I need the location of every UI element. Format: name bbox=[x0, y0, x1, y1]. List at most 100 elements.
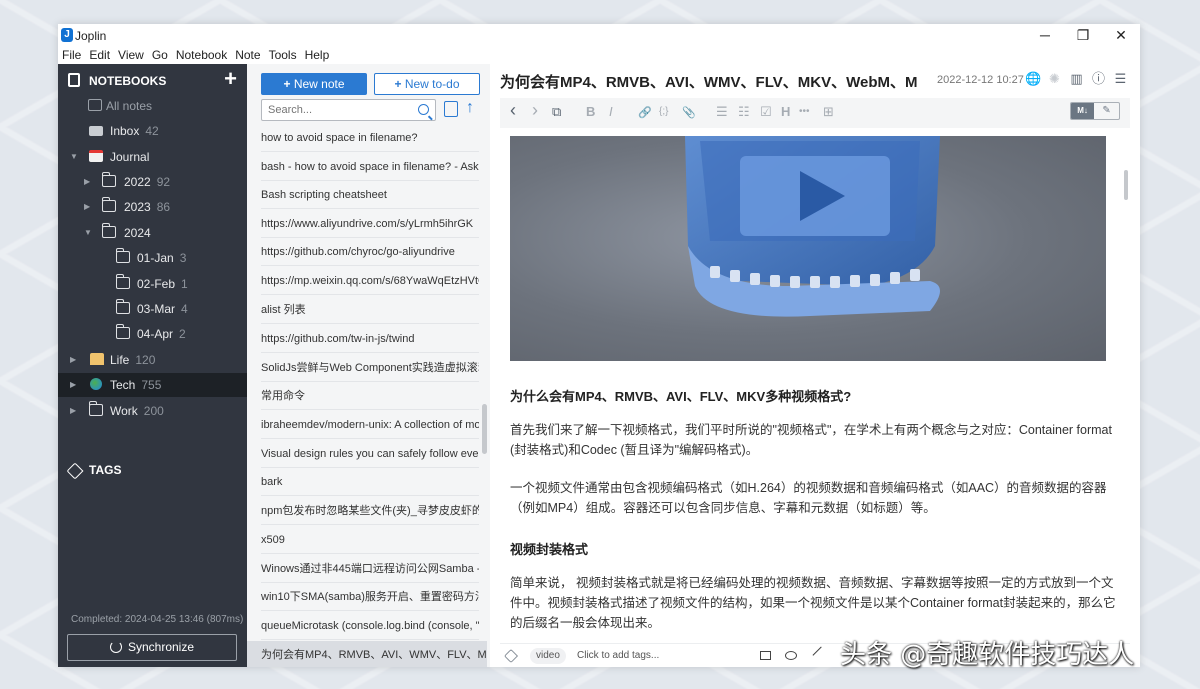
sidebar-item-03-mar[interactable]: 03-Mar 4 bbox=[58, 297, 247, 321]
layout-toggle-icon[interactable]: ▥ bbox=[1069, 71, 1084, 86]
synchronize-button[interactable]: Synchronize bbox=[67, 634, 237, 661]
numbered-list-icon[interactable]: ☷ bbox=[738, 104, 750, 120]
list-item[interactable]: ibraheemdev/modern-unix: A collection of… bbox=[261, 411, 479, 439]
note-date: 2022-12-12 10:27 bbox=[937, 74, 1024, 86]
folder-icon bbox=[116, 248, 130, 263]
new-todo-label: New to-do bbox=[404, 77, 460, 91]
editor-mode-toggle[interactable]: M↓ ✎ bbox=[1070, 102, 1120, 120]
insert-time-icon[interactable]: ⊞ bbox=[823, 104, 834, 120]
minimize-button[interactable]: ─ bbox=[1026, 24, 1064, 46]
menu-edit[interactable]: Edit bbox=[89, 46, 110, 64]
sidebar-item-tech[interactable]: ▶ Tech 755 bbox=[58, 373, 247, 397]
ellipse-icon[interactable] bbox=[785, 651, 797, 660]
sidebar-item-2023[interactable]: ▶ 2023 86 bbox=[58, 195, 247, 219]
list-item[interactable]: https://github.com/chyroc/go-aliyundrive bbox=[261, 238, 479, 266]
folder-jan-label: 01-Jan bbox=[137, 251, 174, 265]
sidebar-item-2024[interactable]: ▼ 2024 bbox=[58, 221, 247, 245]
expand-arrow-right-icon[interactable]: ▶ bbox=[84, 195, 90, 219]
add-notebook-button[interactable]: + bbox=[224, 67, 237, 91]
expand-arrow-right-icon[interactable]: ▶ bbox=[70, 348, 76, 372]
synchronize-label: Synchronize bbox=[127, 640, 195, 654]
search-input[interactable] bbox=[262, 100, 402, 120]
folder-feb-count: 1 bbox=[181, 277, 188, 291]
sidebar-item-01-jan[interactable]: 01-Jan 3 bbox=[58, 246, 247, 270]
italic-icon[interactable]: I bbox=[609, 104, 613, 119]
list-item[interactable]: Winows通过非445端口远程访问公网Samba - 幻尼 bbox=[261, 555, 479, 583]
menu-notebook[interactable]: Notebook bbox=[176, 46, 227, 64]
sidebar-item-inbox[interactable]: Inbox 42 bbox=[58, 119, 247, 143]
sidebar-item-04-apr[interactable]: 04-Apr 2 bbox=[58, 322, 247, 346]
menu-view[interactable]: View bbox=[118, 46, 144, 64]
restore-button[interactable]: ❐ bbox=[1064, 24, 1102, 46]
list-item[interactable]: Bash scripting cheatsheet bbox=[261, 181, 479, 209]
content-heading-2: 视频封装格式 bbox=[510, 542, 589, 557]
list-item[interactable]: win10下SMA(samba)服务开启、重置密码方法_ts bbox=[261, 583, 479, 611]
rich-text-mode-icon[interactable]: ✎ bbox=[1094, 103, 1119, 119]
bold-icon[interactable]: B bbox=[586, 104, 595, 119]
sidebar-item-life[interactable]: ▶ Life 120 bbox=[58, 348, 247, 372]
forward-icon[interactable]: › bbox=[532, 100, 538, 121]
menu-note[interactable]: Note bbox=[235, 46, 260, 64]
list-item[interactable]: SolidJs尝鲜与Web Component实践造虚拟滚动的 bbox=[261, 354, 479, 382]
sidebar-item-work[interactable]: ▶ Work 200 bbox=[58, 399, 247, 423]
horizontal-rule-icon[interactable]: ••• bbox=[799, 106, 810, 117]
sort-direction-button[interactable]: ↑ bbox=[463, 98, 477, 118]
pen-icon[interactable] bbox=[812, 646, 830, 664]
list-item[interactable]: npm包发布时忽略某些文件(夹)_寻梦皮皮虾的博客 bbox=[261, 497, 479, 525]
link-icon[interactable]: 🔗 bbox=[638, 106, 652, 119]
tags-header[interactable]: TAGS bbox=[58, 459, 247, 483]
close-button[interactable]: ✕ bbox=[1102, 24, 1140, 46]
add-tags-link[interactable]: Click to add tags... bbox=[577, 650, 659, 661]
sidebar-item-02-feb[interactable]: 02-Feb 1 bbox=[58, 272, 247, 296]
rectangle-icon[interactable] bbox=[760, 651, 771, 660]
folder-apr-label: 04-Apr bbox=[137, 327, 174, 341]
alarm-icon[interactable]: ✺ bbox=[1047, 71, 1062, 86]
toc-icon[interactable]: ☰ bbox=[1113, 71, 1128, 86]
menu-file[interactable]: File bbox=[62, 46, 81, 64]
list-item[interactable]: 常用命令 bbox=[261, 382, 479, 410]
info-icon[interactable]: ⓘ bbox=[1091, 71, 1106, 86]
list-item[interactable]: https://www.aliyundrive.com/s/yLrmh5ihrG… bbox=[261, 210, 479, 238]
sidebar-item-all-notes[interactable]: All notes bbox=[58, 94, 247, 118]
search-box bbox=[261, 99, 436, 121]
bottom-shape-icons bbox=[760, 646, 830, 664]
list-item[interactable]: bark bbox=[261, 468, 479, 496]
expand-arrow-right-icon[interactable]: ▶ bbox=[70, 399, 76, 423]
list-item[interactable]: bash - how to avoid space in filename? -… bbox=[261, 153, 479, 181]
list-item[interactable]: alist 列表 bbox=[261, 296, 479, 324]
note-list-scrollbar[interactable] bbox=[482, 404, 487, 454]
list-item[interactable]: queueMicrotask (console.log.bind (consol… bbox=[261, 612, 479, 640]
expand-arrow-right-icon[interactable]: ▶ bbox=[70, 373, 76, 397]
checklist-icon[interactable]: ☑ bbox=[760, 104, 772, 120]
expand-arrow-down-icon[interactable]: ▼ bbox=[84, 221, 92, 245]
viewer-scrollbar[interactable] bbox=[1124, 170, 1128, 200]
list-item[interactable]: https://mp.weixin.qq.com/s/68YwaWqEtzHVt… bbox=[261, 267, 479, 295]
back-icon[interactable]: ‹ bbox=[510, 100, 516, 121]
expand-arrow-right-icon[interactable]: ▶ bbox=[84, 170, 90, 194]
bullet-list-icon[interactable]: ☰ bbox=[716, 104, 728, 120]
globe-icon[interactable]: 🌐 bbox=[1025, 71, 1041, 86]
life-count: 120 bbox=[135, 353, 156, 367]
list-item[interactable]: x509 bbox=[261, 526, 479, 554]
menu-tools[interactable]: Tools bbox=[269, 46, 297, 64]
code-icon[interactable]: {;} bbox=[659, 106, 668, 117]
expand-arrow-down-icon[interactable]: ▼ bbox=[70, 145, 78, 169]
new-todo-button[interactable]: + New to-do bbox=[374, 73, 480, 95]
list-item[interactable]: how to avoid space in filename? bbox=[261, 124, 479, 152]
sidebar-item-journal[interactable]: ▼ Journal bbox=[58, 145, 247, 169]
markdown-mode-icon[interactable]: M↓ bbox=[1071, 103, 1095, 119]
list-item[interactable]: https://github.com/tw-in-js/twind bbox=[261, 325, 479, 353]
list-item-selected[interactable]: 为何会有MP4、RMVB、AVI、WMV、FLV、MKV bbox=[247, 641, 487, 667]
sort-calendar-icon[interactable] bbox=[444, 101, 458, 117]
external-edit-icon[interactable]: ⧉ bbox=[552, 104, 561, 120]
tag-pill[interactable]: video bbox=[530, 648, 566, 664]
new-note-button[interactable]: + New note bbox=[261, 73, 367, 95]
heading-icon[interactable]: H bbox=[781, 104, 790, 119]
note-title[interactable]: 为何会有MP4、RMVB、AVI、WMV、FLV、MKV、WebM、M bbox=[500, 71, 925, 92]
attach-icon[interactable]: 📎 bbox=[682, 106, 696, 119]
list-item[interactable]: Visual design rules you can safely follo… bbox=[261, 440, 479, 468]
sidebar-item-2022[interactable]: ▶ 2022 92 bbox=[58, 170, 247, 194]
menu-help[interactable]: Help bbox=[305, 46, 330, 64]
menu-go[interactable]: Go bbox=[152, 46, 168, 64]
search-icon[interactable] bbox=[418, 104, 429, 115]
